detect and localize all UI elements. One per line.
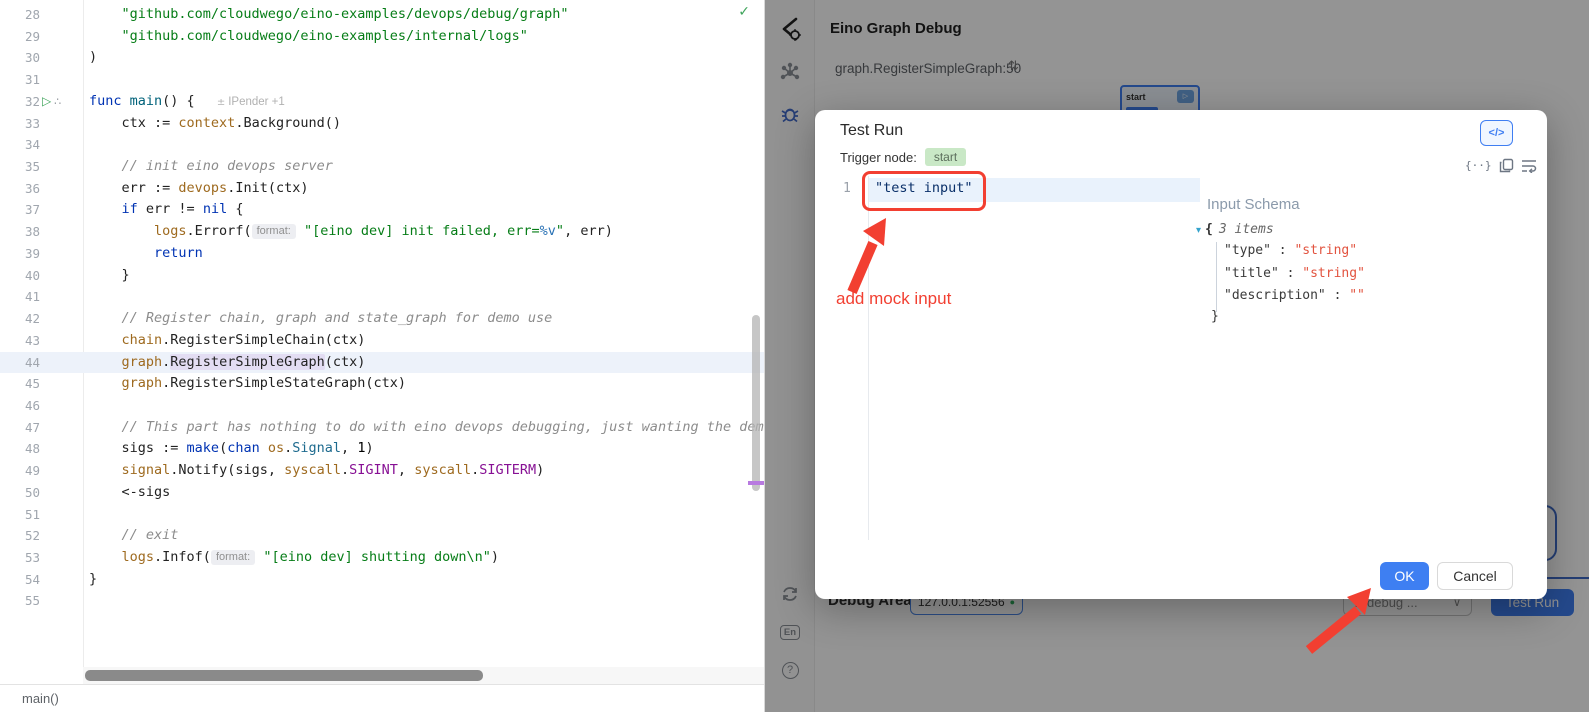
code-line: 55 xyxy=(0,590,765,612)
ok-button[interactable]: OK xyxy=(1380,562,1429,590)
code-line: 43 chain.RegisterSimpleChain(ctx) xyxy=(0,330,765,352)
braces-icon[interactable]: {··} xyxy=(1465,159,1492,172)
line-number: 52 xyxy=(0,525,84,547)
code-line: 41 xyxy=(0,286,765,308)
line-number: 34 xyxy=(0,134,84,156)
code-line: 37 if err != nil { xyxy=(0,199,765,221)
line-number: 47 xyxy=(0,417,84,439)
screen: 28 "github.com/cloudwego/eino-examples/d… xyxy=(0,0,1589,712)
input-schema-title: Input Schema xyxy=(1207,196,1300,213)
code-line: 30) xyxy=(0,47,765,69)
code-line: 33 ctx := context.Background() xyxy=(0,113,765,135)
code-line: 28 "github.com/cloudwego/eino-examples/d… xyxy=(0,4,765,26)
line-number: 32▷∴ xyxy=(0,91,84,113)
code-line: 45 graph.RegisterSimpleStateGraph(ctx) xyxy=(0,373,765,395)
code-line: 53 logs.Infof(format: "[eino dev] shutti… xyxy=(0,547,765,569)
code-line: 44 graph.RegisterSimpleGraph(ctx) xyxy=(0,352,765,374)
code-line: 47 // This part has nothing to do with e… xyxy=(0,417,765,439)
line-number: 41 xyxy=(0,286,84,308)
line-number: 33 xyxy=(0,113,84,135)
modal-title: Test Run xyxy=(840,122,903,140)
modal-gutter-divider xyxy=(868,176,869,540)
line-number: 31 xyxy=(0,69,84,91)
breadcrumb[interactable]: main() xyxy=(0,684,765,712)
line-number: 53 xyxy=(0,547,84,569)
code-line: 46 xyxy=(0,395,765,417)
schema-fields: "type" : "string" "title" : "string" "de… xyxy=(1224,240,1365,308)
horizontal-scrollbar[interactable] xyxy=(85,670,483,681)
cancel-button[interactable]: Cancel xyxy=(1437,562,1513,590)
code-view-toggle-button[interactable]: </> xyxy=(1480,120,1513,146)
run-main-icon[interactable]: ▷∴ xyxy=(42,91,61,113)
schema-root-close: } xyxy=(1211,309,1219,324)
code-line: 49 signal.Notify(sigs, syscall.SIGINT, s… xyxy=(0,460,765,482)
code-line: 50 <-sigs xyxy=(0,482,765,504)
line-number: 51 xyxy=(0,504,84,526)
word-wrap-icon[interactable] xyxy=(1521,158,1537,173)
copy-icon[interactable] xyxy=(1499,158,1514,173)
code-line: 38 logs.Errorf(format: "[eino dev] init … xyxy=(0,221,765,243)
code-line: 34 xyxy=(0,134,765,156)
annotation-box-mock-input xyxy=(862,171,986,211)
code-vision-hint[interactable]: ±IPender +1 xyxy=(217,96,285,108)
code-line: 54} xyxy=(0,569,765,591)
modal-line-number: 1 xyxy=(843,181,851,196)
code-editor[interactable]: 28 "github.com/cloudwego/eino-examples/d… xyxy=(0,4,765,612)
vertical-scrollbar[interactable] xyxy=(752,315,760,491)
line-number: 49 xyxy=(0,460,84,482)
code-line: 31 xyxy=(0,69,765,91)
line-number: 55 xyxy=(0,590,84,612)
schema-root-row: ▾{3 items xyxy=(1196,222,1274,237)
line-number: 30 xyxy=(0,47,84,69)
breadcrumb-label: main() xyxy=(22,691,59,706)
code-line: 52 // exit xyxy=(0,525,765,547)
line-number: 40 xyxy=(0,265,84,287)
code-line: 36 err := devops.Init(ctx) xyxy=(0,178,765,200)
line-number: 35 xyxy=(0,156,84,178)
schema-field-title: "title" : "string" xyxy=(1224,263,1365,286)
inspection-ok-icon[interactable]: ✓ xyxy=(738,4,750,20)
line-number: 38 xyxy=(0,221,84,243)
caret-stripe-mark xyxy=(748,481,764,485)
line-number: 46 xyxy=(0,395,84,417)
line-number: 39 xyxy=(0,243,84,265)
schema-field-type: "type" : "string" xyxy=(1224,240,1365,263)
line-number: 29 xyxy=(0,26,84,48)
code-line: 32▷∴func main() { ±IPender +1 xyxy=(0,91,765,113)
schema-field-description: "description" : "" xyxy=(1224,285,1365,308)
code-line: 42 // Register chain, graph and state_gr… xyxy=(0,308,765,330)
expander-icon[interactable]: ▾ xyxy=(1196,225,1201,236)
annotation-note: add mock input xyxy=(836,289,951,309)
line-number: 54 xyxy=(0,569,84,591)
code-editor-pane: 28 "github.com/cloudwego/eino-examples/d… xyxy=(0,0,765,712)
line-number: 45 xyxy=(0,373,84,395)
code-line: 51 xyxy=(0,504,765,526)
trigger-node-badge: start xyxy=(925,148,966,166)
line-number: 42 xyxy=(0,308,84,330)
line-number: 36 xyxy=(0,178,84,200)
trigger-node-label: Trigger node: xyxy=(840,150,917,165)
line-number: 50 xyxy=(0,482,84,504)
line-number: 43 xyxy=(0,330,84,352)
code-line: 29 "github.com/cloudwego/eino-examples/i… xyxy=(0,26,765,48)
code-line: 35 // init eino devops server xyxy=(0,156,765,178)
code-line: 48 sigs := make(chan os.Signal, 1) xyxy=(0,438,765,460)
line-number: 48 xyxy=(0,438,84,460)
line-number: 37 xyxy=(0,199,84,221)
line-number: 28 xyxy=(0,4,84,26)
code-line: 39 return xyxy=(0,243,765,265)
line-number: 44 xyxy=(0,352,84,374)
code-line: 40 } xyxy=(0,265,765,287)
schema-tree-guide xyxy=(1216,242,1217,312)
